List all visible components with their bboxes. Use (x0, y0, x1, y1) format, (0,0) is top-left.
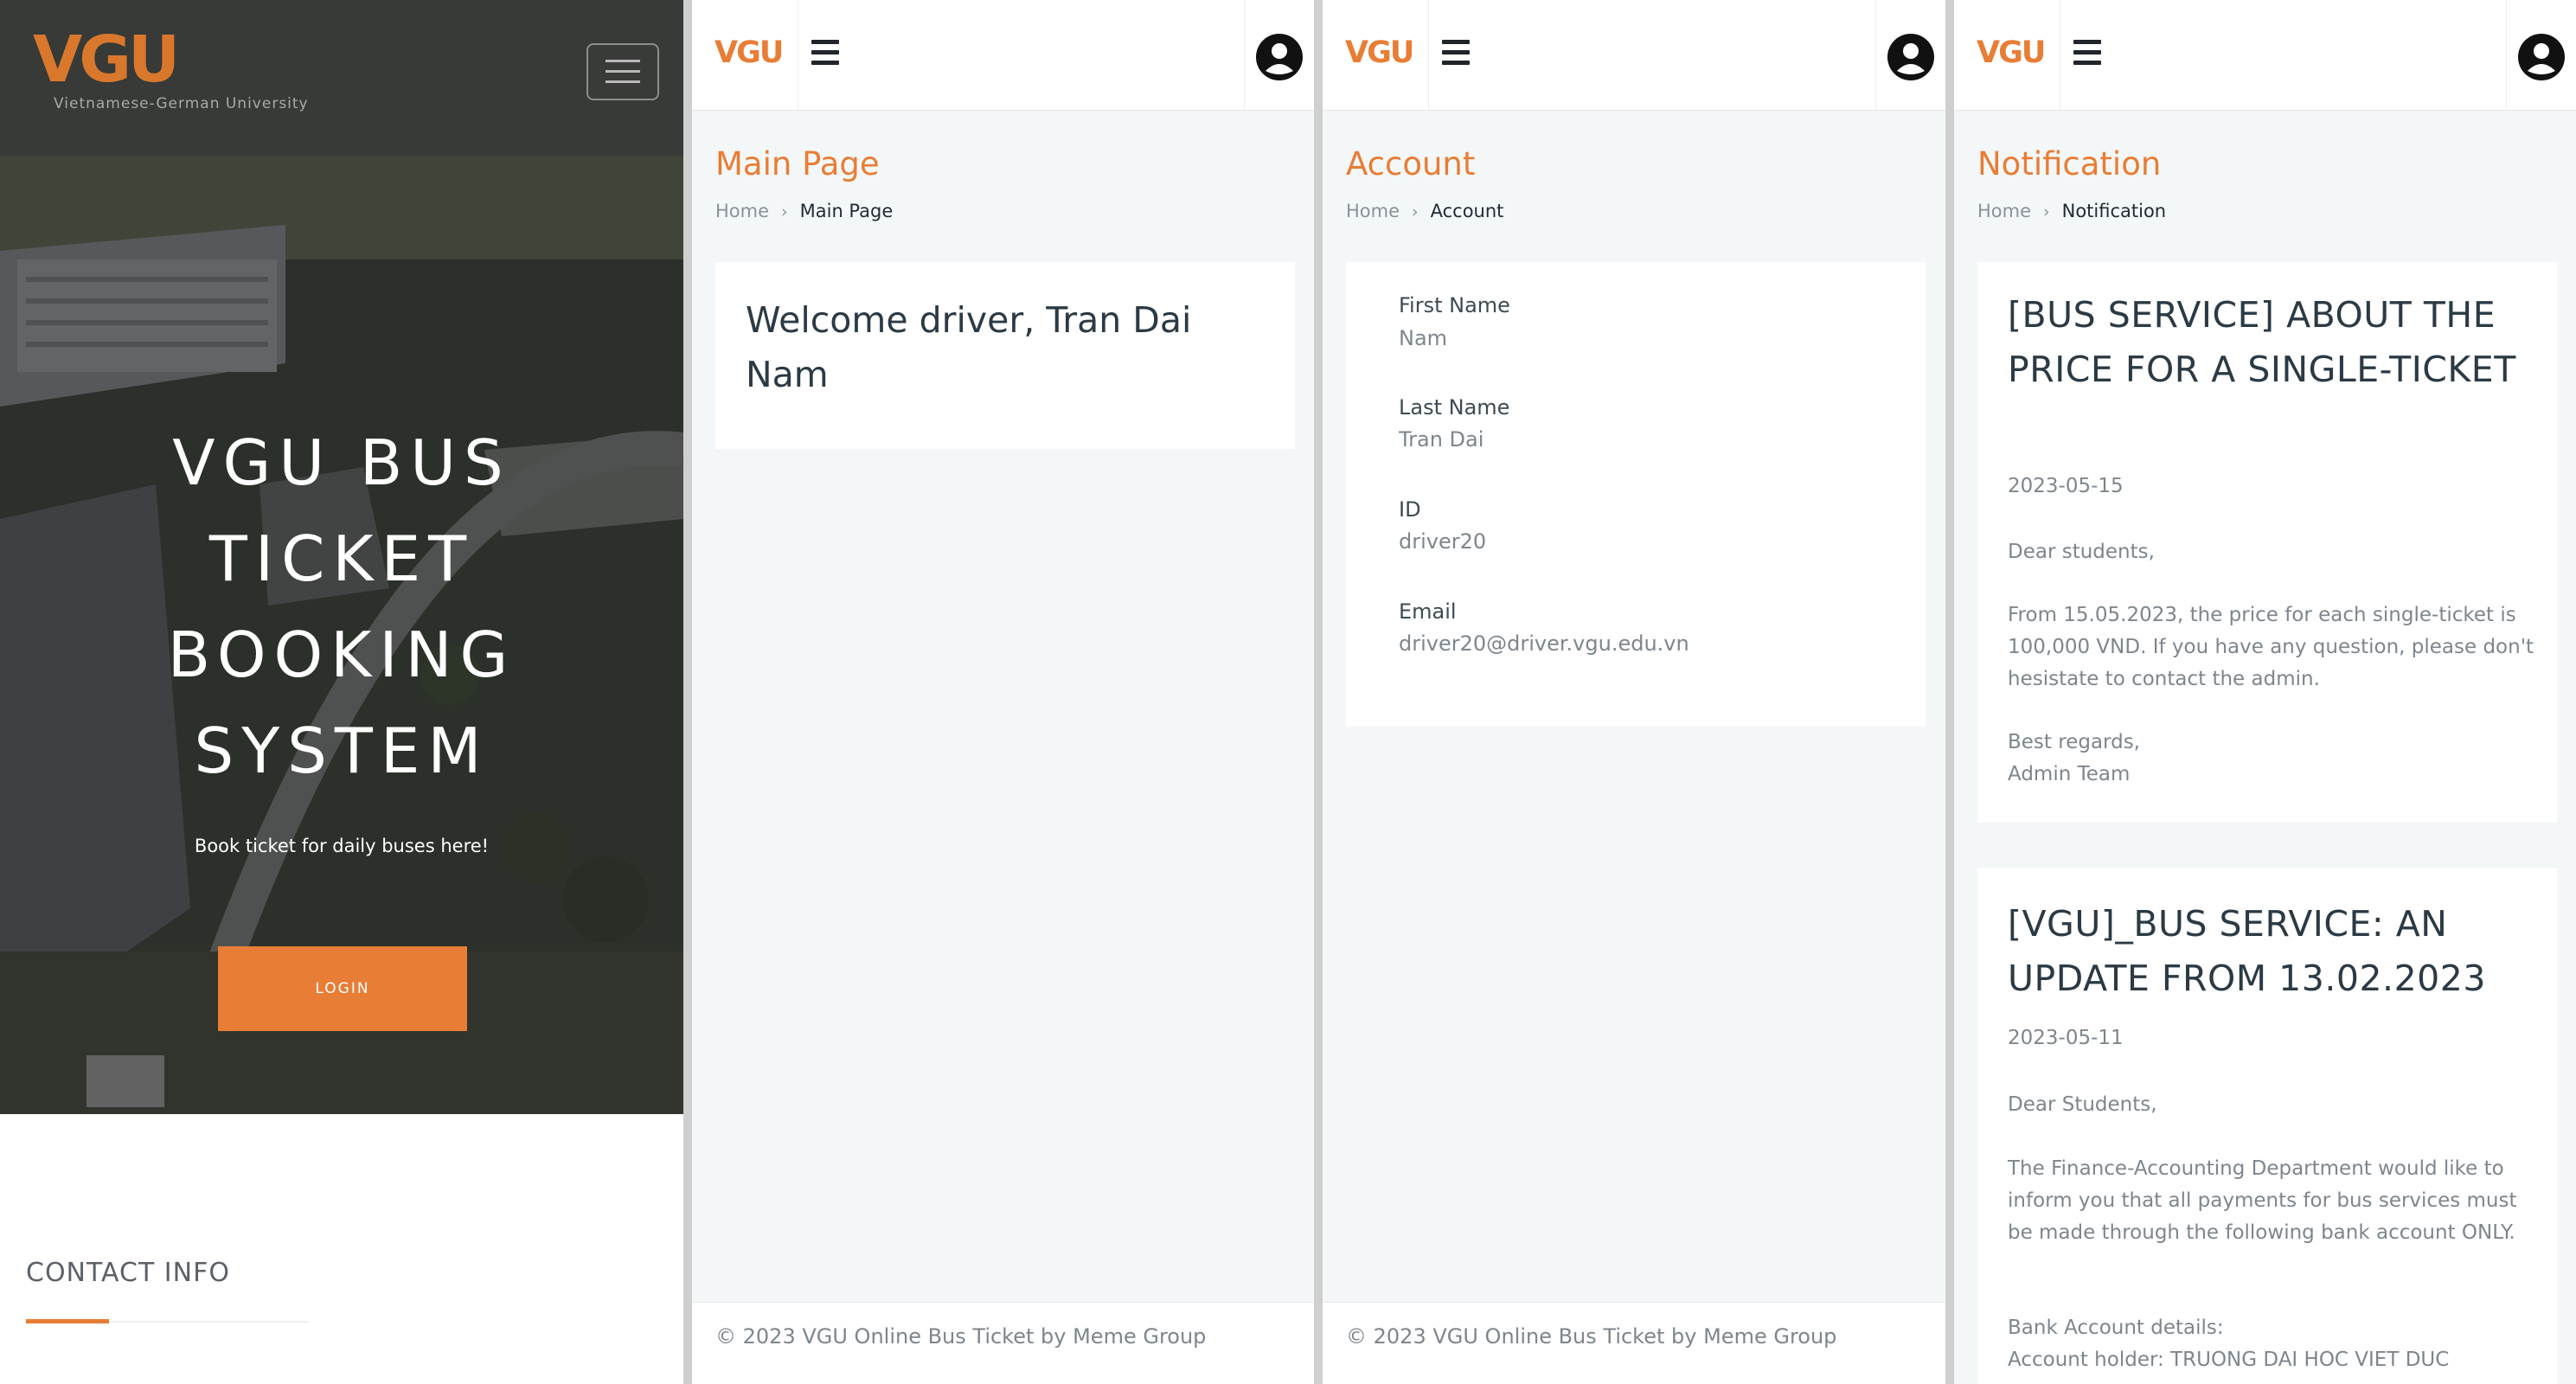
notification-greeting: Dear Students, (2008, 1093, 2157, 1116)
hamburger-menu-button[interactable] (586, 43, 659, 100)
last-name-value: Tran Dai (1399, 427, 1484, 452)
login-button[interactable]: LOGIN (218, 946, 467, 1031)
sidebar-toggle-icon[interactable] (2073, 40, 2101, 66)
id-label: ID (1399, 497, 1421, 522)
hero-title: VGU BUS TICKET BOOKING SYSTEM (0, 415, 683, 799)
notification-body: From 15.05.2023, the price for each sing… (2008, 604, 2534, 690)
notification-title: [VGU]_BUS SERVICE: AN UPDATE FROM 13.02.… (2008, 903, 2486, 999)
notification-date: 2023-05-11 (2008, 1027, 2124, 1049)
sidebar-toggle-icon[interactable] (1442, 40, 1470, 66)
id-value: driver20 (1399, 529, 1487, 554)
vgu-logo[interactable]: VGU (1345, 38, 1414, 68)
user-avatar-icon[interactable] (1255, 33, 1304, 81)
hamburger-line (606, 70, 640, 73)
bank-account-holder: Account holder: TRUONG DAI HOC VIET DUC (2008, 1349, 2450, 1371)
vgu-logo-subtitle: Vietnamese-German University (54, 95, 309, 112)
footer-copyright: © 2023 VGU Online Bus Ticket by Meme Gro… (715, 1324, 1207, 1349)
breadcrumb-home-link[interactable]: Home (1977, 201, 2031, 221)
hero-subtitle: Book ticket for daily buses here! (194, 836, 490, 856)
chevron-right-icon: › (1412, 202, 1419, 221)
user-menu[interactable] (1244, 0, 1314, 110)
breadcrumb-home-link[interactable]: Home (715, 201, 769, 221)
notification-card: [BUS SERVICE] ABOUT THE PRICE FOR A SING… (1977, 262, 2557, 823)
chevron-right-icon: › (2043, 202, 2050, 221)
notification-closing: Best regards, (2008, 731, 2140, 753)
contact-divider-accent (26, 1319, 109, 1323)
hamburger-line (606, 80, 640, 83)
hamburger-line (606, 60, 640, 62)
notification-card: [VGU]_BUS SERVICE: AN UPDATE FROM 13.02.… (1977, 868, 2557, 1384)
breadcrumb-home-link[interactable]: Home (1346, 201, 1400, 221)
sidebar-toggle-icon[interactable] (811, 40, 839, 66)
footer: © 2023 VGU Online Bus Ticket by Meme Gro… (692, 1302, 1314, 1384)
welcome-card: Welcome driver, Tran Dai Nam (715, 262, 1295, 449)
top-navbar: VGU (692, 0, 1314, 111)
contact-info-heading: CONTACT INFO (26, 1258, 230, 1288)
user-avatar-icon[interactable] (2517, 33, 2566, 81)
hero-title-line: BOOKING (167, 618, 516, 691)
account-panel: VGU Account Home › Account First Name Nam … (1323, 0, 1945, 1384)
footer: © 2023 VGU Online Bus Ticket by Meme Gro… (1323, 1302, 1945, 1384)
breadcrumb-current: Notification (2061, 201, 2167, 221)
user-menu[interactable] (1875, 0, 1945, 110)
hero-title-line: SYSTEM (194, 714, 490, 787)
notification-title: [BUS SERVICE] ABOUT THE PRICE FOR A SING… (2008, 294, 2516, 390)
hero-section: VGU Vietnamese-German University VGU BUS… (0, 0, 683, 1114)
first-name-label: First Name (1399, 293, 1510, 317)
user-avatar-icon[interactable] (1887, 33, 1935, 81)
notification-panel: VGU Notification Home › Notification [BUS … (1954, 0, 2576, 1384)
chevron-right-icon: › (781, 202, 788, 221)
welcome-message: Welcome driver, Tran Dai Nam (746, 299, 1192, 395)
vgu-logo[interactable]: VGU (714, 38, 784, 68)
main-page-panel: VGU Main Page Home › Main Page Welcome dri… (692, 0, 1314, 1384)
page-title: Main Page (715, 145, 880, 183)
navbar-logo[interactable]: VGU (1323, 0, 1429, 110)
breadcrumb: Home › Account (1346, 201, 1503, 221)
footer-copyright: © 2023 VGU Online Bus Ticket by Meme Gro… (1346, 1324, 1837, 1349)
email-value: driver20@driver.vgu.edu.vn (1399, 631, 1689, 656)
notification-body: The Finance-Accounting Department would … (2008, 1157, 2517, 1244)
last-name-label: Last Name (1399, 395, 1510, 420)
breadcrumb-current: Account (1430, 201, 1504, 221)
vgu-logo[interactable]: VGU (1977, 38, 2046, 68)
breadcrumb: Home › Main Page (715, 201, 893, 221)
hero-title-line: VGU BUS (172, 426, 511, 499)
page-title: Account (1346, 145, 1476, 183)
notification-date: 2023-05-15 (2008, 475, 2124, 497)
page-title: Notification (1977, 145, 2162, 183)
account-details-card: First Name Nam Last Name Tran Dai ID dri… (1346, 262, 1926, 727)
email-label: Email (1399, 599, 1457, 624)
vgu-logo[interactable]: VGU (33, 28, 180, 92)
notification-signature: Admin Team (2008, 763, 2131, 785)
landing-panel: VGU Vietnamese-German University VGU BUS… (0, 0, 683, 1384)
navbar-logo[interactable]: VGU (1954, 0, 2060, 110)
navbar-logo[interactable]: VGU (692, 0, 798, 110)
bank-account-heading: Bank Account details: (2008, 1317, 2224, 1339)
top-navbar: VGU (1954, 0, 2576, 111)
breadcrumb: Home › Notification (1977, 201, 2166, 221)
first-name-value: Nam (1399, 326, 1448, 350)
notification-greeting: Dear students, (2008, 541, 2155, 563)
breadcrumb-current: Main Page (799, 201, 894, 221)
top-navbar: VGU (1323, 0, 1945, 111)
user-menu[interactable] (2506, 0, 2576, 110)
hero-title-line: TICKET (208, 522, 475, 595)
